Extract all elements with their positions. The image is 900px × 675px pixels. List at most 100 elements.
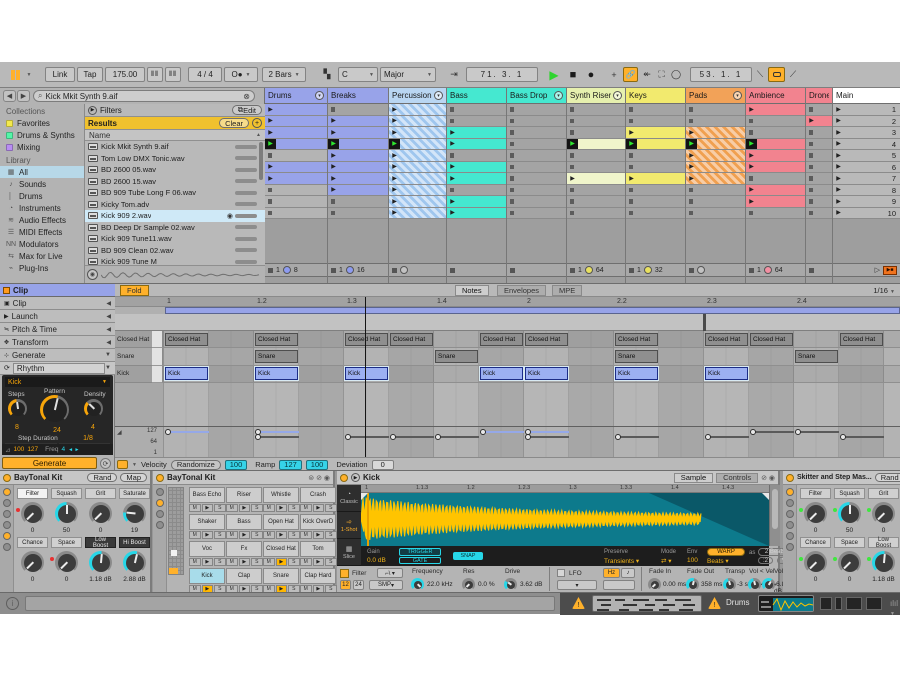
clip-slot[interactable]: ▶ xyxy=(389,196,446,208)
frequency-value[interactable]: 22.0 kHz xyxy=(427,581,453,588)
clip-slot[interactable] xyxy=(686,104,745,116)
lfo-rate-field[interactable] xyxy=(603,580,635,590)
overdub-plus-icon[interactable]: + xyxy=(608,67,620,82)
filter-toggle[interactable] xyxy=(340,569,349,578)
velocity-marker[interactable] xyxy=(480,429,486,435)
rack2-filter-knob[interactable] xyxy=(804,502,827,525)
track-stop-button[interactable] xyxy=(510,268,515,273)
rack2-macro-label[interactable]: Filter xyxy=(800,488,831,499)
preserve-value[interactable]: Transients ▾ xyxy=(604,557,639,565)
track-header[interactable]: Ambience xyxy=(746,88,805,104)
scene-slot[interactable]: ▶2 xyxy=(833,116,900,128)
clip-slot[interactable]: ▶ xyxy=(389,127,446,139)
sidebar-item-favorites[interactable]: Favorites xyxy=(0,117,84,129)
rack1-hi-boost-knob[interactable] xyxy=(123,551,146,574)
nudge-down-icon[interactable]: ⦀⦀ xyxy=(147,67,163,82)
track-unfold-icon[interactable]: ▾ xyxy=(613,91,622,100)
rack2-macro-label[interactable]: Space xyxy=(834,537,865,548)
clip-play-icon[interactable]: ▶ xyxy=(746,196,757,207)
play-button[interactable]: ▶ xyxy=(546,67,562,82)
rack2-macro-label[interactable]: Low Boost xyxy=(868,537,899,548)
warp-loop-mode[interactable]: ⇄ ▾ xyxy=(661,557,672,565)
preview-bar[interactable]: ◉ xyxy=(85,265,265,283)
track-header[interactable]: Keys xyxy=(626,88,685,104)
scene-slot[interactable]: ▶4 xyxy=(833,139,900,151)
clip-slot[interactable] xyxy=(507,173,566,185)
rack1-macro-label[interactable]: Hi Boost xyxy=(119,537,150,548)
transform-section-tab[interactable]: ✥Transform◀ xyxy=(0,336,115,349)
time-signature-field[interactable]: 4 / 4 xyxy=(188,67,222,82)
sample-start-flag[interactable] xyxy=(361,493,368,500)
simpler-frequency-knob[interactable] xyxy=(411,578,424,591)
clip-slot[interactable] xyxy=(507,196,566,208)
track-stop-button[interactable] xyxy=(331,268,336,273)
gate-button[interactable]: GATE xyxy=(399,557,441,564)
clip-play-icon[interactable]: ▶ xyxy=(746,162,757,173)
simpler-mode-slice[interactable]: ▦Slice xyxy=(337,539,361,566)
clip-play-icon[interactable]: ▶ xyxy=(447,139,458,150)
preview-play-icon[interactable]: ◉ xyxy=(87,269,98,280)
gain-value[interactable]: 0.0 dB xyxy=(367,557,386,564)
lfo-toggle[interactable] xyxy=(557,569,565,577)
rack2-macro-label[interactable]: Chance xyxy=(800,537,831,548)
session-record-icon[interactable]: ⛶ xyxy=(655,67,668,82)
rack1-macro-value[interactable]: 0 xyxy=(85,527,116,534)
follow-icon[interactable]: ⇥ xyxy=(446,67,462,82)
lane-grid[interactable]: Closed HatClosed HatClosed HatClosed Hat… xyxy=(163,331,900,348)
grid-value-menu[interactable]: 1/16 ▼ xyxy=(873,286,895,295)
browser-file-row[interactable]: Kick 909 Tune M xyxy=(85,256,265,265)
drum-pad-shaker[interactable]: Shaker xyxy=(189,514,225,530)
clip-slot[interactable]: ▶ xyxy=(265,116,327,128)
sidebar-item-instruments[interactable]: ◔Instruments xyxy=(0,202,84,214)
clip-slot[interactable] xyxy=(265,185,327,197)
clip-play-icon[interactable]: ▶ xyxy=(389,116,400,127)
groove-amount-menu[interactable]: 2 Bars▼ xyxy=(262,67,306,82)
browser-file-row[interactable]: Kicky Tom.adv xyxy=(85,199,265,211)
lfo-shape-menu[interactable]: ▾ xyxy=(557,580,597,590)
clip-slot[interactable] xyxy=(507,116,566,128)
browser-file-row[interactable]: BD 909 Clean 02.wav xyxy=(85,245,265,257)
velocity-marker[interactable] xyxy=(525,434,531,440)
clip-slot[interactable] xyxy=(806,196,832,208)
clip-slot[interactable] xyxy=(507,150,566,162)
rack1-macro-label[interactable]: Chance xyxy=(17,537,48,548)
pad-preview-button[interactable]: ▶ xyxy=(239,504,251,512)
sidebar-item-drums[interactable]: ⡇Drums xyxy=(0,190,84,202)
rack1-macro-label[interactable]: Grit xyxy=(85,488,116,499)
track-header[interactable]: Breaks xyxy=(328,88,388,104)
sample-ruler[interactable]: 11.1.31.21.2.31.31.3.31.41.4.3 xyxy=(361,485,769,493)
clip-slot[interactable] xyxy=(806,185,832,197)
drum-pad-clap[interactable]: Clap xyxy=(226,568,262,584)
clip-slot[interactable]: ▶ xyxy=(746,196,805,208)
sidebar-item-all[interactable]: ▦All xyxy=(0,166,84,178)
clip-slot[interactable]: ▶ xyxy=(686,127,745,139)
rack1-view-toggles[interactable] xyxy=(0,485,14,593)
pad-solo-button[interactable]: S xyxy=(288,531,300,539)
rack1-low-boost-knob[interactable] xyxy=(89,551,112,574)
clip-play-icon[interactable]: ▶ xyxy=(447,127,458,138)
clip-playing-icon[interactable]: ▶ xyxy=(686,139,697,150)
clip-playing-icon[interactable]: ▶ xyxy=(746,139,757,150)
scene-launch-icon[interactable]: ▶ xyxy=(833,139,844,150)
snap-button[interactable]: SNAP xyxy=(453,552,483,560)
device-play-icon[interactable]: ▶ xyxy=(351,473,360,482)
scene-slot[interactable]: ▶7 xyxy=(833,173,900,185)
stop-all-clips-icon[interactable]: ▷ xyxy=(875,266,880,274)
track-stop-button[interactable] xyxy=(689,268,694,273)
track-stop-button[interactable] xyxy=(809,268,814,273)
clip-slot[interactable] xyxy=(626,196,685,208)
clip-slot[interactable]: ▶ xyxy=(626,173,685,185)
clip-slot[interactable] xyxy=(507,127,566,139)
pad-preview-button[interactable]: ▶ xyxy=(202,531,214,539)
simpler-transp-knob[interactable] xyxy=(723,578,736,591)
filter-slope-24[interactable]: 24 xyxy=(353,580,364,590)
pad-mute-button[interactable]: M xyxy=(189,504,201,512)
scene-launch-icon[interactable]: ▶ xyxy=(833,173,844,184)
simpler-mode-1-shot[interactable]: ➾1-Shot xyxy=(337,512,361,539)
rack2-squash-knob[interactable] xyxy=(838,502,861,525)
midi-note[interactable]: Kick xyxy=(480,367,523,380)
clip-slot[interactable]: ▶ xyxy=(686,162,745,174)
res-value[interactable]: 0.0 % xyxy=(478,581,495,588)
pad-preview-button[interactable]: ▶ xyxy=(313,558,325,566)
record-button[interactable]: ● xyxy=(584,67,598,82)
